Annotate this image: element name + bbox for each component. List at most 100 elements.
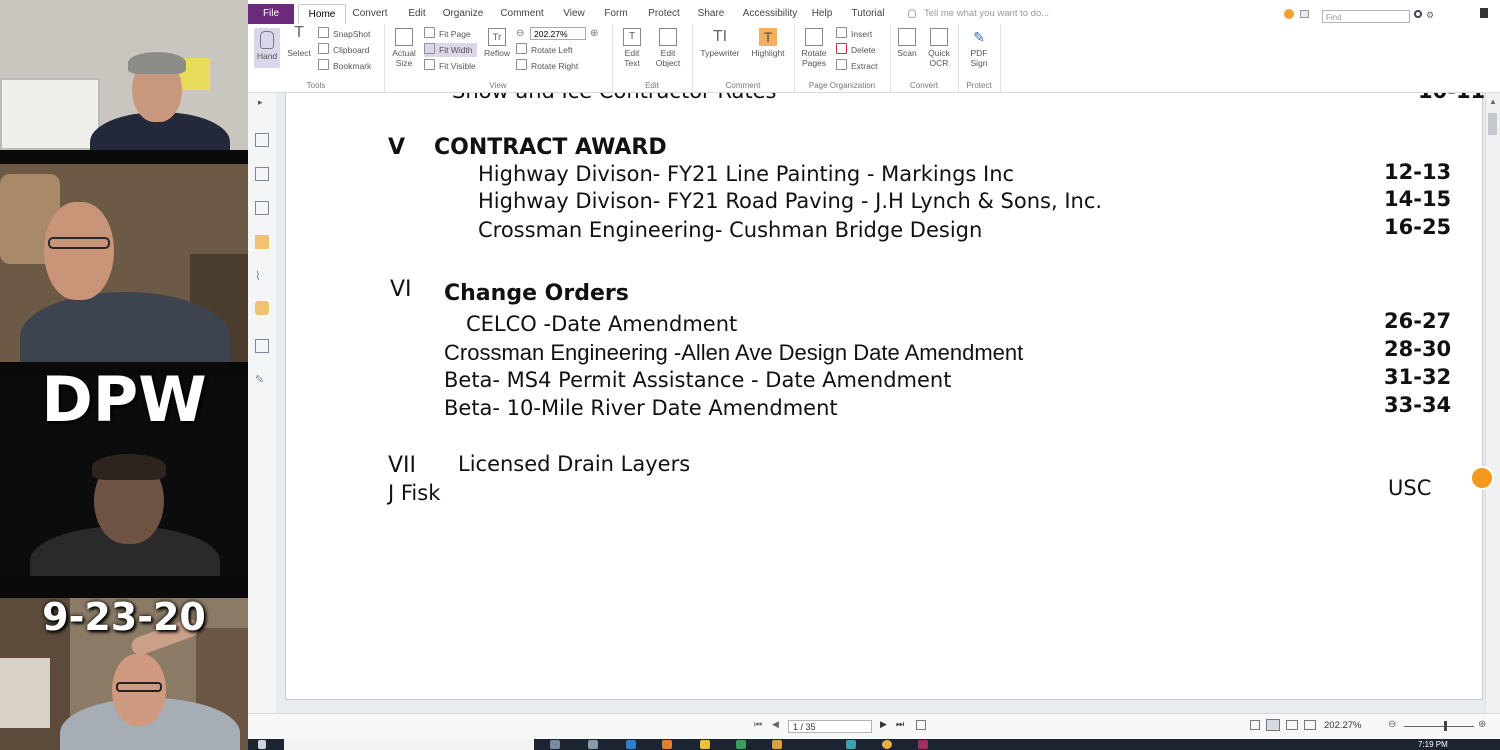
account-icon[interactable]	[1300, 10, 1309, 18]
settings-gear-icon[interactable]: ⚙	[1426, 10, 1434, 21]
lightbulb-icon	[908, 9, 916, 18]
delete-button[interactable]: Delete	[836, 43, 876, 57]
edit-object-button[interactable]: Edit Object	[650, 28, 686, 68]
facing-view-icon[interactable]	[1286, 720, 1298, 730]
menu-tutorial[interactable]: Tutorial	[846, 4, 890, 24]
rotate-left-button[interactable]: Rotate Left	[516, 43, 573, 57]
prev-page-icon[interactable]: ◀	[772, 719, 779, 730]
clipboard-button[interactable]: Clipboard	[318, 43, 369, 57]
fit-width-button[interactable]: Fit Width	[424, 43, 477, 57]
menu-form[interactable]: Form	[598, 4, 634, 24]
hand-tool-button[interactable]: Hand	[254, 28, 280, 68]
edit-text-button[interactable]: T Edit Text	[618, 28, 646, 68]
rotate-pages-button[interactable]: Rotate Pages	[798, 28, 830, 68]
menu-view[interactable]: View	[556, 4, 592, 24]
last-page-icon[interactable]: ⏭	[896, 719, 904, 730]
document-viewport[interactable]: Snow and Ice Contractor Rates 10-11 V CO…	[276, 93, 1500, 713]
smiley-icon[interactable]	[1284, 9, 1294, 19]
fields-panel-icon[interactable]	[255, 339, 269, 353]
signature-panel-icon[interactable]: ✎	[255, 373, 269, 387]
user-icon[interactable]	[1480, 8, 1488, 18]
two-page-icon[interactable]	[916, 720, 926, 730]
section-vi-title: Change Orders	[444, 281, 629, 306]
pdf-sign-button[interactable]: ✎ PDF Sign	[962, 28, 996, 68]
fit-visible-button[interactable]: Fit Visible	[424, 59, 476, 73]
page-icon	[395, 28, 413, 46]
pages-panel-icon[interactable]	[255, 167, 269, 181]
menu-comment[interactable]: Comment	[496, 4, 548, 24]
insert-button[interactable]: Insert	[836, 27, 872, 41]
first-page-icon[interactable]: ⏮	[754, 719, 762, 730]
taskbar-app-icon[interactable]	[772, 740, 782, 749]
pdf-page: Snow and Ice Contractor Rates 10-11 V CO…	[286, 93, 1485, 699]
highlight-button[interactable]: T Highlight	[748, 28, 788, 58]
menu-help[interactable]: Help	[808, 4, 836, 24]
snapshot-button[interactable]: SnapShot	[318, 27, 370, 41]
clipboard-icon	[318, 43, 329, 54]
menu-file[interactable]: File	[248, 4, 294, 24]
zoom-slider[interactable]	[1404, 726, 1474, 727]
zoom-select[interactable]: 202.27%	[530, 27, 586, 40]
find-input[interactable]: Find	[1322, 10, 1410, 23]
participant-video-1[interactable]	[0, 0, 248, 150]
select-tool-button[interactable]: T Select	[284, 25, 314, 72]
chrome-icon[interactable]	[882, 740, 892, 749]
lock-icon[interactable]	[255, 301, 269, 315]
next-page-icon[interactable]: ▶	[880, 719, 887, 730]
expand-arrow-icon[interactable]: ▸	[258, 97, 263, 108]
quick-ocr-button[interactable]: Quick OCR	[924, 28, 954, 68]
actual-size-button[interactable]: Actual Size	[390, 28, 418, 68]
bookmark-button[interactable]: Bookmark	[318, 59, 371, 73]
section-v-title: CONTRACT AWARD	[434, 135, 667, 160]
zoom-out-icon[interactable]: ⊖	[1388, 719, 1396, 730]
taskbar-app-icon[interactable]	[846, 740, 856, 749]
search-icon[interactable]	[1414, 10, 1422, 18]
menu-protect[interactable]: Protect	[642, 4, 686, 24]
video-participant-panel: DPW 9-23-20	[0, 0, 248, 750]
single-page-view-icon[interactable]	[1250, 720, 1260, 730]
tell-me-search[interactable]: Tell me what you want to do...	[924, 8, 1049, 19]
taskbar-app-icon[interactable]	[588, 740, 598, 749]
excel-icon[interactable]	[736, 740, 746, 749]
menu-accessibility[interactable]: Accessibility	[738, 4, 802, 24]
floating-assistant-button[interactable]	[1470, 466, 1494, 490]
file-explorer-icon[interactable]	[700, 740, 710, 749]
zoom-slider-thumb[interactable]	[1444, 721, 1447, 731]
firefox-icon[interactable]	[662, 740, 672, 749]
zoom-in-icon[interactable]: ⊕	[590, 28, 598, 39]
task-view-icon[interactable]	[550, 740, 560, 749]
rotate-right-button[interactable]: Rotate Right	[516, 59, 578, 73]
continuous-view-icon[interactable]	[1266, 719, 1280, 731]
scroll-thumb[interactable]	[1488, 113, 1497, 135]
scroll-up-icon[interactable]: ▲	[1489, 97, 1497, 106]
menu-share[interactable]: Share	[692, 4, 730, 24]
edge-icon[interactable]	[626, 740, 636, 749]
extract-button[interactable]: Extract	[836, 59, 877, 73]
menu-organize[interactable]: Organize	[440, 4, 486, 24]
menu-home[interactable]: Home	[298, 4, 346, 25]
participant-video-2[interactable]	[0, 164, 248, 362]
pdf-editor-taskbar-icon[interactable]	[918, 740, 928, 749]
vertical-scrollbar[interactable]: ▲	[1485, 93, 1500, 713]
windows-start-icon[interactable]	[258, 740, 266, 749]
bookmarks-panel-icon[interactable]	[255, 133, 269, 147]
cover-view-icon[interactable]	[1304, 720, 1316, 730]
scan-button[interactable]: Scan	[894, 28, 920, 58]
scan-icon	[898, 28, 916, 46]
menu-edit[interactable]: Edit	[398, 4, 436, 24]
agenda-item: Highway Divison- FY21 Road Paving - J.H …	[478, 189, 1103, 213]
comments-panel-icon[interactable]	[255, 235, 269, 249]
menu-convert[interactable]: Convert	[348, 4, 392, 24]
reflow-button[interactable]: Tr Reflow	[484, 28, 510, 58]
zoom-out-icon[interactable]: ⊖	[516, 28, 524, 39]
fit-page-button[interactable]: Fit Page	[424, 27, 471, 41]
zoom-level-text[interactable]: 202.27%	[1324, 720, 1362, 731]
layers-panel-icon[interactable]	[255, 201, 269, 215]
zoom-in-icon[interactable]: ⊕	[1478, 719, 1486, 730]
typewriter-button[interactable]: TI Typewriter	[696, 28, 744, 58]
pdf-editor-window: File Home Convert Edit Organize Comment …	[248, 0, 1500, 750]
agenda-item: CELCO -Date Amendment	[466, 312, 738, 336]
page-number-input[interactable]: 1 / 35	[788, 720, 872, 733]
taskbar-search-box[interactable]	[284, 739, 534, 750]
attachment-icon[interactable]: ⌇	[255, 269, 269, 283]
